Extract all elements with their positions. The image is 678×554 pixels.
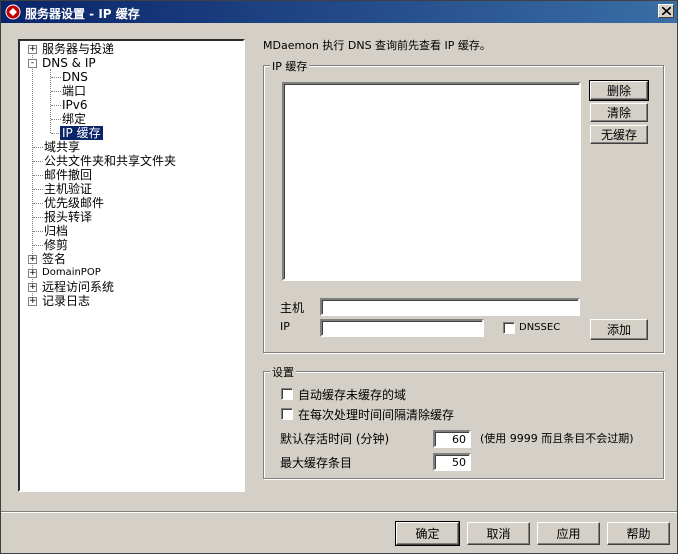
- title-bar[interactable]: 服务器设置 - IP 缓存: [1, 1, 677, 23]
- delete-button[interactable]: 删除: [589, 80, 649, 101]
- expand-icon[interactable]: +: [28, 297, 37, 306]
- expand-icon[interactable]: +: [28, 269, 37, 278]
- group-legend: 设置: [270, 364, 296, 380]
- close-button[interactable]: [658, 4, 674, 18]
- tree-item-label: 域共享: [44, 140, 81, 154]
- tree-item-label: 签名: [42, 252, 67, 266]
- dnssec-label: DNSSEC: [519, 322, 561, 333]
- tree-item-label: 记录日志: [42, 294, 91, 308]
- expand-icon[interactable]: +: [28, 255, 37, 264]
- clear-interval-label: 在每次处理时间间隔清除缓存: [298, 408, 455, 422]
- server-settings-dialog: 服务器设置 - IP 缓存 + 服务器与投递 - DNS & IP DNS 端口…: [0, 0, 678, 554]
- tree-item-header-translation[interactable]: 报头转译: [42, 210, 94, 224]
- settings-tree[interactable]: + 服务器与投递 - DNS & IP DNS 端口 IPv6 绑定 IP 缓存…: [18, 39, 245, 492]
- tree-item-label: 绑定: [62, 112, 87, 126]
- ok-button[interactable]: 确定: [395, 521, 460, 546]
- group-legend: IP 缓存: [270, 58, 310, 74]
- tree-item-dns-ip[interactable]: - DNS & IP: [26, 56, 98, 70]
- tree-item-ports[interactable]: 端口: [60, 84, 88, 98]
- tree-item-label: DNS & IP: [42, 56, 96, 70]
- tree-item-label: 报头转译: [44, 210, 93, 224]
- auto-cache-label: 自动缓存未缓存的域: [298, 388, 407, 402]
- tree-item-label: IP 缓存: [60, 126, 103, 140]
- tree-item-label: DomainPOP: [42, 267, 101, 278]
- tree-item-remote-access[interactable]: + 远程访问系统: [26, 280, 116, 294]
- tree-item-signatures[interactable]: + 签名: [26, 252, 68, 266]
- tree-item-ip-cache[interactable]: IP 缓存: [60, 126, 103, 140]
- max-entries-input[interactable]: [433, 453, 471, 471]
- expand-icon[interactable]: +: [28, 45, 37, 54]
- tree-item-label: 服务器与投递: [42, 42, 115, 56]
- collapse-icon[interactable]: -: [28, 59, 37, 68]
- tree-item-priority-mail[interactable]: 优先级邮件: [42, 196, 106, 210]
- ip-label: IP: [280, 320, 290, 333]
- tree-item-label: 端口: [62, 84, 87, 98]
- tree-item-server-delivery[interactable]: + 服务器与投递: [26, 42, 116, 56]
- apply-button[interactable]: 应用: [537, 522, 600, 545]
- clear-interval-checkbox[interactable]: [281, 408, 293, 420]
- tree-item-label: 邮件撤回: [44, 168, 93, 182]
- tree-item-label: IPv6: [62, 98, 88, 112]
- tree-item-label: 修剪: [44, 238, 69, 252]
- tree-item-binding[interactable]: 绑定: [60, 112, 88, 126]
- tree-item-message-recall[interactable]: 邮件撤回: [42, 168, 94, 182]
- tree-item-label: DNS: [62, 70, 88, 84]
- ttl-input[interactable]: [433, 430, 471, 448]
- tree-item-dns[interactable]: DNS: [60, 70, 90, 84]
- tree-item-ipv6[interactable]: IPv6: [60, 98, 90, 112]
- host-input[interactable]: [320, 298, 580, 316]
- expand-icon[interactable]: +: [28, 283, 37, 292]
- ip-input[interactable]: [320, 319, 484, 337]
- tree-item-label: 公共文件夹和共享文件夹: [44, 154, 177, 168]
- no-cache-button[interactable]: 无缓存: [590, 125, 648, 144]
- tree-item-archiving[interactable]: 归档: [42, 224, 70, 238]
- ip-cache-list[interactable]: [282, 82, 581, 281]
- max-entries-label: 最大缓存条目: [280, 456, 353, 470]
- help-button[interactable]: 帮助: [607, 522, 670, 545]
- tree-item-domainpop[interactable]: + DomainPOP: [26, 266, 103, 280]
- tree-item-logging[interactable]: + 记录日志: [26, 294, 92, 308]
- tree-item-label: 远程访问系统: [42, 280, 115, 294]
- dnssec-checkbox[interactable]: [503, 322, 515, 334]
- host-label: 主机: [280, 301, 305, 315]
- cancel-button[interactable]: 取消: [467, 522, 530, 545]
- tree-connector: [50, 69, 51, 133]
- clear-button[interactable]: 清除: [590, 103, 648, 122]
- tree-item-domain-sharing[interactable]: 域共享: [42, 140, 82, 154]
- window-title: 服务器设置 - IP 缓存: [25, 7, 140, 21]
- auto-cache-checkbox[interactable]: [281, 388, 293, 400]
- add-button[interactable]: 添加: [590, 319, 648, 340]
- ttl-label: 默认存活时间 (分钟): [280, 432, 390, 446]
- tree-item-label: 归档: [44, 224, 69, 238]
- tree-item-pruning[interactable]: 修剪: [42, 238, 70, 252]
- tree-item-label: 主机验证: [44, 182, 93, 196]
- app-icon: [5, 4, 21, 20]
- footer-separator: [1, 511, 677, 513]
- close-icon: [662, 7, 671, 15]
- page-description: MDaemon 执行 DNS 查询前先查看 IP 缓存。: [263, 39, 491, 52]
- tree-item-public-folders[interactable]: 公共文件夹和共享文件夹: [42, 154, 178, 168]
- ttl-note: (使用 9999 而且条目不会过期): [480, 432, 634, 445]
- tree-item-host-auth[interactable]: 主机验证: [42, 182, 94, 196]
- tree-item-label: 优先级邮件: [44, 196, 105, 210]
